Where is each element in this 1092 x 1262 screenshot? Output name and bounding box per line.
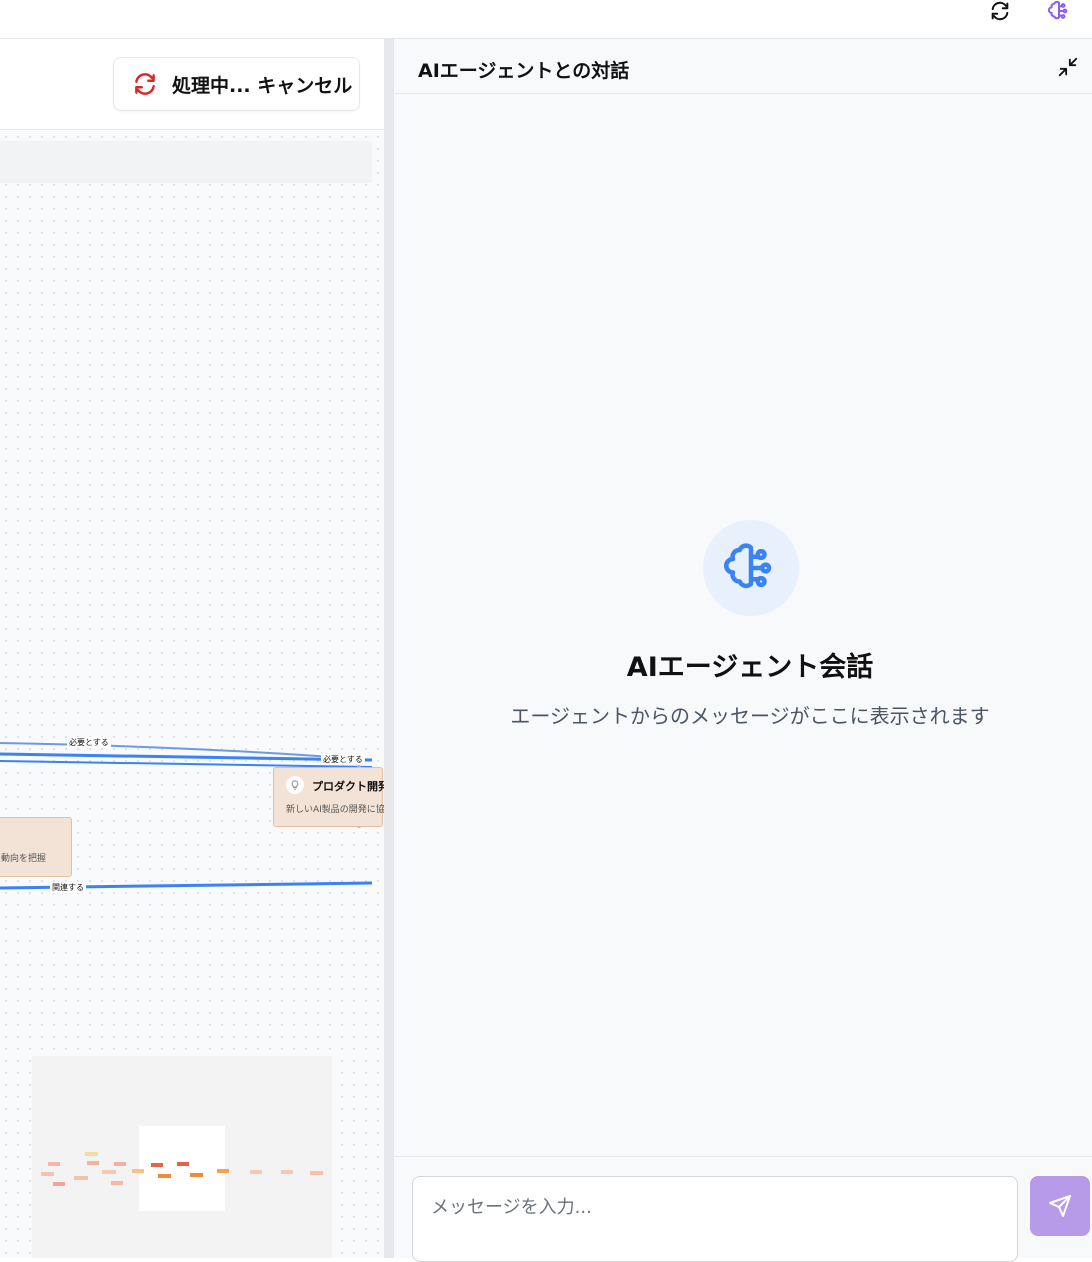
message-input[interactable]: [412, 1176, 1018, 1262]
minimap-node: [85, 1152, 98, 1156]
brain-circuit-icon: [703, 520, 799, 616]
send-button[interactable]: [1030, 1176, 1090, 1236]
minimap[interactable]: [32, 1056, 332, 1258]
graph-toolbar: 処理中... キャンセル: [0, 39, 384, 130]
minimap-node: [102, 1170, 116, 1174]
node-description: 動向を把握: [1, 854, 47, 864]
minimap-node: [87, 1161, 99, 1165]
minimap-node: [190, 1173, 203, 1177]
node-product-development[interactable]: プロダクト開発 新しいAI製品の開発に協: [273, 767, 384, 827]
chat-header: AIエージェントとの対話: [394, 39, 1092, 94]
minimap-node: [41, 1172, 54, 1176]
minimize-icon[interactable]: [1056, 55, 1080, 79]
refresh-icon[interactable]: [987, 0, 1013, 22]
lightbulb-icon: [286, 776, 304, 794]
minimap-node: [53, 1182, 65, 1186]
graph-canvas[interactable]: 必要とする 必要とする 関連する プロダクト開発 新しいAI製品の開発に協 動向…: [0, 131, 384, 1258]
node-description: 新しいAI製品の開発に協: [286, 805, 384, 815]
minimap-viewport[interactable]: [139, 1126, 225, 1211]
minimap-node: [217, 1169, 229, 1173]
minimap-node: [310, 1171, 323, 1175]
minimap-node: [250, 1170, 262, 1174]
graph-panel: 処理中... キャンセル 必要とする 必要とする 関連する プロダクト開発 新し…: [0, 39, 384, 1258]
brain-circuit-icon[interactable]: [1046, 0, 1072, 22]
chat-panel: AIエージェントとの対話 AIエージェント会話 エージェントからのメッセージがこ…: [394, 39, 1092, 1262]
top-bar: [0, 0, 1092, 39]
minimap-node: [281, 1170, 293, 1174]
minimap-node: [177, 1162, 189, 1166]
minimap-node: [111, 1181, 123, 1185]
node-market-trends[interactable]: 動向を把握: [0, 817, 72, 877]
minimap-node: [48, 1162, 60, 1166]
empty-state-subtitle: エージェントからのメッセージがここに表示されます: [510, 704, 990, 728]
minimap-node: [151, 1163, 163, 1167]
send-icon: [1049, 1195, 1071, 1217]
minimap-node: [114, 1162, 126, 1166]
empty-state-title: AIエージェント会話: [626, 652, 874, 683]
chat-input-area: [394, 1156, 1092, 1262]
minimap-node: [132, 1169, 144, 1173]
edge-label-requires-top: 必要とする: [67, 737, 111, 748]
chat-title: AIエージェントとの対話: [418, 60, 630, 82]
edge-label-requires-right: 必要とする: [321, 754, 365, 765]
cancel-processing-label: 処理中... キャンセル: [172, 74, 353, 97]
minimap-node: [158, 1174, 171, 1178]
panel-resize-handle[interactable]: [384, 39, 394, 1258]
cancel-processing-button[interactable]: 処理中... キャンセル: [113, 57, 360, 111]
minimap-node: [74, 1176, 88, 1180]
refresh-spinner-icon: [135, 73, 155, 95]
edge-label-related: 関連する: [50, 882, 86, 893]
node-title: プロダクト開発: [312, 780, 384, 793]
